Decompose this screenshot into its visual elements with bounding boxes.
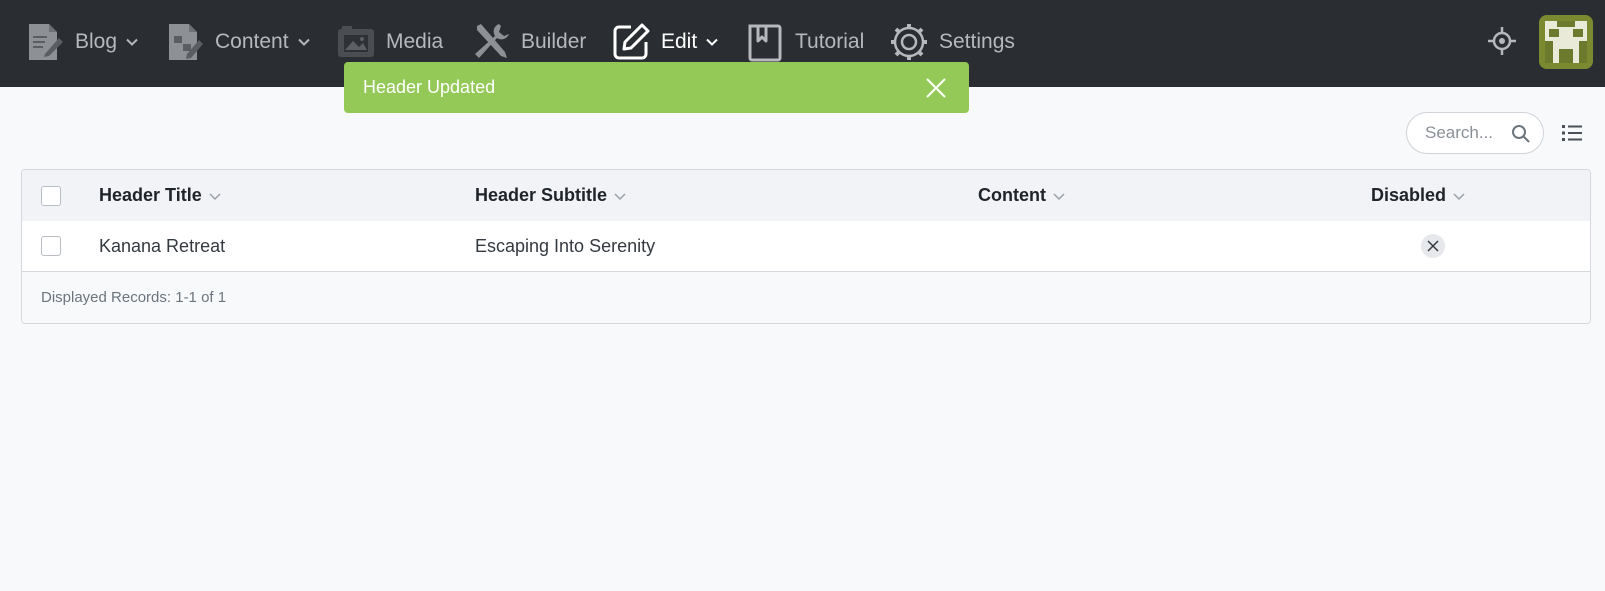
table-header: Header Title Header Subtitle Content Dis… [22,170,1590,222]
chevron-down-icon [1453,192,1465,200]
nav-item-tutorial[interactable]: Tutorial [745,18,864,66]
chevron-down-icon [614,192,626,200]
column-header-disabled[interactable]: Disabled [1371,170,1466,221]
column-header-title[interactable]: Header Title [99,170,222,221]
blog-post-icon [25,22,65,62]
nav-item-builder[interactable]: Builder [471,18,586,66]
chevron-down-icon [126,38,138,46]
chevron-down-icon [209,192,221,200]
nav-label: Edit [661,30,698,53]
table-footer-records: Displayed Records: 1-1 of 1 [41,289,227,306]
bookmark-book-icon [745,22,785,62]
content-icon [165,22,205,62]
nav-label: Settings [939,30,1015,53]
search-box [1406,112,1544,154]
row-checkbox[interactable] [41,236,61,256]
disabled-false-icon [1421,234,1445,258]
records-table: Header Title Header Subtitle Content Dis… [21,169,1591,324]
nav-label: Content [215,30,289,53]
tools-icon [471,22,511,62]
nav-label: Blog [75,30,118,53]
nav-label: Media [386,30,444,53]
nav-item-blog[interactable]: Blog [25,18,139,66]
media-icon [336,22,376,62]
nav-label: Builder [521,30,587,53]
row-select-cell [41,221,61,271]
nav-item-edit[interactable]: Edit [611,18,719,66]
chevron-down-icon [297,38,310,46]
nav-item-content[interactable]: Content [165,18,311,66]
success-toast: Header Updated [344,62,969,113]
nav-item-settings[interactable]: Settings [889,18,1015,66]
table-row[interactable]: Kanana Retreat Escaping Into Serenity [22,221,1590,272]
search-icon[interactable] [1511,124,1531,144]
column-header-content[interactable]: Content [978,170,1066,221]
close-icon[interactable] [925,77,947,99]
search-input[interactable] [1423,122,1517,144]
avatar[interactable] [1539,15,1593,69]
column-header-subtitle[interactable]: Header Subtitle [475,170,627,221]
select-all-cell [41,170,61,221]
edit-icon [611,22,651,62]
nav-label: Tutorial [795,30,865,53]
chevron-down-icon [706,38,718,46]
cell-disabled [1421,221,1445,271]
cell-header-subtitle: Escaping Into Serenity [475,235,656,256]
cell-header-title: Kanana Retreat [99,235,226,256]
crosshair-icon[interactable] [1486,25,1518,57]
select-all-checkbox[interactable] [41,185,61,206]
nav-item-media[interactable]: Media [336,18,443,66]
chevron-down-icon [1053,192,1065,200]
list-view-icon[interactable] [1562,124,1582,142]
gear-icon [889,22,929,62]
toast-message: Header Updated [363,77,496,97]
